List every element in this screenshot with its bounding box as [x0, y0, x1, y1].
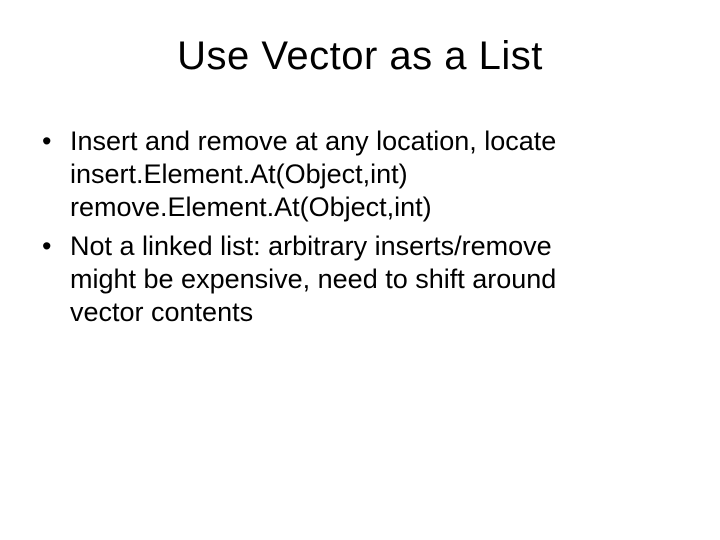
bullet-line: insert.Element.At(Object,int) — [70, 158, 684, 191]
bullet-line: remove.Element.At(Object,int) — [70, 191, 684, 224]
list-item: Not a linked list: arbitrary inserts/rem… — [42, 230, 684, 329]
bullet-line: Insert and remove at any location, locat… — [70, 125, 684, 158]
bullet-line: vector contents — [70, 296, 684, 329]
bullet-line: might be expensive, need to shift around — [70, 263, 684, 296]
slide-title: Use Vector as a List — [36, 34, 684, 79]
slide: Use Vector as a List Insert and remove a… — [0, 0, 720, 540]
bullet-list: Insert and remove at any location, locat… — [36, 125, 684, 329]
list-item: Insert and remove at any location, locat… — [42, 125, 684, 224]
bullet-line: Not a linked list: arbitrary inserts/rem… — [70, 230, 684, 263]
